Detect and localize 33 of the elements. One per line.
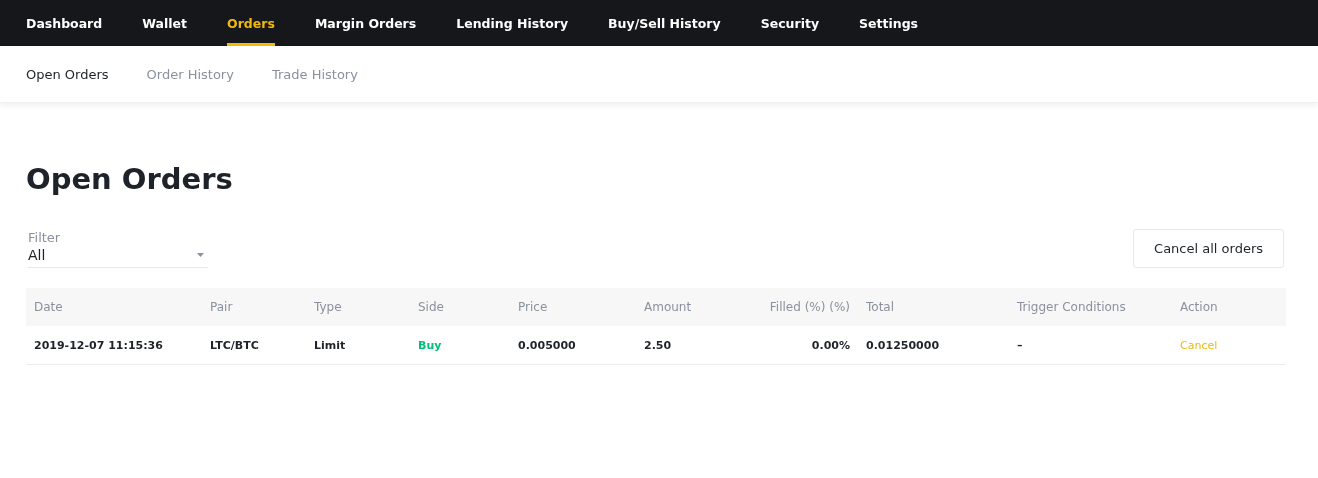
column-header: Total <box>858 288 1009 326</box>
table-cell: 0.005000 <box>510 326 636 365</box>
column-header: Amount <box>636 288 756 326</box>
nav-tab[interactable]: Orders <box>227 0 275 46</box>
column-header: Trigger Conditions <box>1009 288 1172 326</box>
column-header: Side <box>410 288 510 326</box>
table-cell: LTC/BTC <box>202 326 306 365</box>
nav-tab[interactable]: Margin Orders <box>314 0 417 46</box>
filter-label: Filter <box>28 230 62 245</box>
caret-icon <box>197 253 204 257</box>
page-title: Open Orders <box>26 161 234 198</box>
table-cell: 0.01250000 <box>858 326 1009 365</box>
column-header: Price <box>510 288 636 326</box>
nav-tab[interactable]: Dashboard <box>26 0 103 46</box>
sub-tab[interactable]: Open Orders <box>26 66 109 82</box>
column-header: Filled (%) (%) <box>756 288 858 326</box>
table-cell: 0.00% <box>756 326 858 365</box>
column-header: Pair <box>202 288 306 326</box>
table-cell: Limit <box>306 326 410 365</box>
nav-tab[interactable]: Buy/Sell History <box>608 0 721 46</box>
column-header: Action <box>1172 288 1286 326</box>
column-header: Date <box>26 288 202 326</box>
table-cell: – <box>1009 326 1172 365</box>
nav-tab[interactable]: Lending History <box>456 0 569 46</box>
table-cell: 2.50 <box>636 326 756 365</box>
table-cell: Buy <box>410 326 510 365</box>
nav-tab[interactable]: Settings <box>859 0 919 46</box>
nav-tab[interactable]: Security <box>760 0 820 46</box>
table-cell: 2019-12-07 11:15:36 <box>26 326 202 365</box>
filter-dropdown[interactable]: All <box>28 245 208 268</box>
column-header: Type <box>306 288 410 326</box>
cancel-all-button[interactable]: Cancel all orders <box>1133 229 1284 268</box>
nav-tab[interactable]: Wallet <box>142 0 188 46</box>
